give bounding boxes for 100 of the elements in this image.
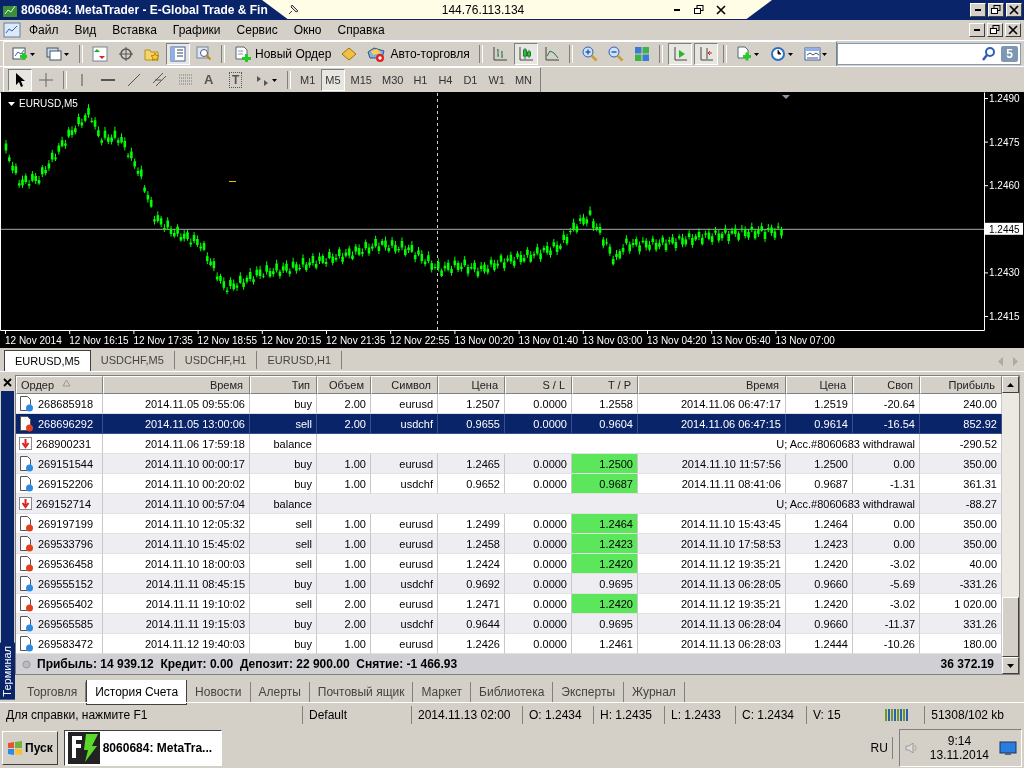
restore-button[interactable]: [987, 23, 1003, 37]
restore-button[interactable]: [988, 3, 1004, 17]
column-header[interactable]: Символ: [371, 376, 438, 394]
menu-item[interactable]: Вставка: [104, 22, 165, 38]
channel-icon: [152, 71, 168, 88]
menu-item[interactable]: Графики: [164, 22, 229, 38]
terminal-tab[interactable]: Библиотека: [471, 682, 554, 702]
clock-date: 13.11.2014: [929, 748, 989, 762]
timeframe-button[interactable]: W1: [484, 68, 509, 91]
column-header[interactable]: Цена: [786, 376, 853, 394]
column-header[interactable]: Прибыль: [920, 376, 1002, 394]
current-price-tag: 1.2445: [985, 222, 1023, 235]
close-button[interactable]: [1005, 23, 1021, 37]
column-header[interactable]: Время: [638, 376, 786, 394]
close-icon: [1007, 24, 1019, 36]
order-number: 268900231: [36, 436, 92, 452]
scroll-thumb[interactable]: [1002, 597, 1019, 657]
chart-tab[interactable]: USDCHF,M5: [90, 351, 175, 369]
timeframe-button[interactable]: M30: [377, 68, 408, 91]
timeframe-button[interactable]: H1: [409, 68, 433, 91]
close-icon[interactable]: [3, 378, 12, 387]
restore-icon: [989, 24, 1001, 36]
menu-item[interactable]: Справка: [329, 22, 393, 38]
chart-tab[interactable]: EURUSD,M5: [4, 350, 91, 371]
timeframe-button[interactable]: M15: [346, 68, 376, 91]
tick-mark: [983, 141, 989, 143]
table-cell: 0.9655: [438, 414, 505, 434]
terminal-tab[interactable]: Почтовый ящик: [309, 682, 414, 702]
table-cell: 1.2500: [572, 454, 638, 474]
label-button[interactable]: T: [225, 68, 248, 91]
cursor-button[interactable]: [8, 68, 32, 91]
table-cell: 2014.11.05 13:00:06: [103, 414, 250, 434]
terminal-tab[interactable]: Эксперты: [553, 682, 625, 702]
autotrading-button[interactable]: Авто-торговля: [363, 42, 474, 65]
terminal-tab[interactable]: Новости: [187, 682, 251, 702]
column-header[interactable]: Объем: [317, 376, 371, 394]
table-cell: 1.2423: [786, 534, 853, 554]
price-label: 1.2460: [989, 180, 1020, 192]
table-cell: U; Acc.#8060683 withdrawal: [317, 494, 920, 514]
menu-item[interactable]: Вид: [66, 22, 105, 38]
column-header[interactable]: Своп: [853, 376, 920, 394]
column-header[interactable]: Тип: [250, 376, 317, 394]
chart-tab[interactable]: USDCHF,H1: [174, 351, 258, 369]
menu-item[interactable]: Сервис: [228, 22, 286, 38]
time-label: 12 Nov 18:55: [197, 335, 258, 346]
terminal-tab[interactable]: История Счета: [86, 680, 188, 705]
menu-item[interactable]: Окно: [285, 22, 330, 38]
close-button[interactable]: [1006, 3, 1022, 17]
timeframe-button[interactable]: M5: [321, 68, 345, 91]
scroll-down-button[interactable]: [1002, 657, 1019, 674]
menu-item[interactable]: Файл: [21, 22, 67, 38]
table-cell: buy: [250, 454, 317, 474]
timeframe-button[interactable]: M1: [296, 68, 320, 91]
column-header[interactable]: Ордер: [16, 376, 103, 394]
new-order-button[interactable]: Новый Ордер: [230, 42, 336, 65]
chart-shift-button[interactable]: [693, 42, 718, 65]
table-cell: eurusd: [371, 454, 438, 474]
window-list-icon: [170, 45, 186, 62]
column-header[interactable]: Цена: [438, 376, 505, 394]
timeframe-button[interactable]: D1: [459, 68, 483, 91]
chart-tab[interactable]: EURUSD,H1: [257, 351, 343, 369]
timeframe-button[interactable]: H4: [434, 68, 458, 91]
text-button[interactable]: A: [200, 68, 223, 91]
scrollbar[interactable]: [1002, 376, 1019, 674]
terminal-tab[interactable]: Маркет: [413, 682, 472, 702]
column-header[interactable]: T / P: [572, 376, 638, 394]
pin-icon[interactable]: [286, 2, 300, 17]
column-header[interactable]: Время: [103, 376, 250, 394]
minimize-button[interactable]: [969, 23, 985, 37]
scroll-up-button[interactable]: [1002, 376, 1019, 393]
price-label: 1.2430: [989, 267, 1020, 279]
table-cell: sell: [250, 534, 317, 554]
horizontal-line-icon: [101, 78, 115, 81]
candle-chart-button[interactable]: [513, 42, 538, 65]
autoscroll-button[interactable]: [667, 42, 692, 65]
tick-mark: [69, 329, 71, 335]
terminal-tab[interactable]: Журнал: [624, 682, 685, 702]
tick-mark: [983, 185, 989, 187]
language-indicator[interactable]: RU: [870, 737, 893, 759]
order-number: 269565585: [38, 616, 94, 632]
compass-icon: [118, 45, 134, 62]
desktop-icon[interactable]: [999, 740, 1017, 756]
taskbar-button[interactable]: 8060684: MetaTra...: [63, 730, 222, 766]
terminal-tab[interactable]: Алерты: [250, 682, 310, 702]
column-header[interactable]: S / L: [505, 376, 572, 394]
table-cell: 0.9695: [572, 614, 638, 634]
window-title: 8060684: MetaTrader - E-Global Trade & Fin: [21, 3, 268, 17]
minimize-button[interactable]: [970, 3, 986, 17]
start-button[interactable]: Пуск: [2, 731, 58, 765]
terminal-button[interactable]: [166, 42, 190, 65]
help-text: Для справки, нажмите F1: [5, 706, 149, 724]
tick-mark: [775, 329, 777, 335]
table-cell: balance: [250, 494, 317, 514]
table-cell: 0.0000: [505, 414, 572, 434]
crosshair-icon: [38, 71, 54, 88]
timeframe-button[interactable]: MN: [510, 68, 536, 91]
sell-order-icon: [19, 515, 34, 532]
time-label: 12 Nov 22:55: [390, 335, 450, 346]
table-cell: 1.2458: [438, 534, 505, 554]
table-cell: 1.2465: [438, 454, 505, 474]
